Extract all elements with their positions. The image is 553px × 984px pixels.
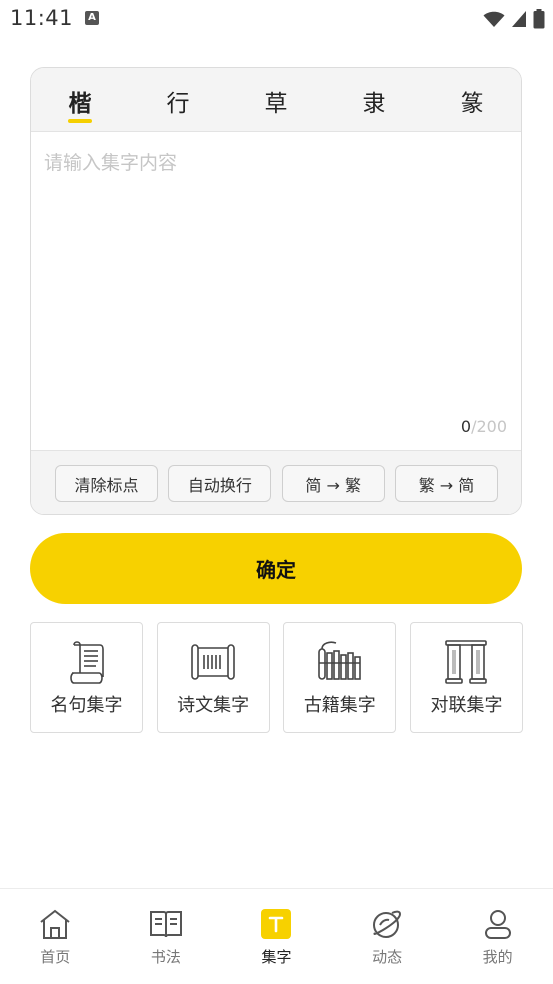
wifi-icon (483, 11, 505, 27)
status-bar: 11:41 A (0, 0, 553, 38)
char-counter: 0/200 (461, 417, 507, 436)
bamboo-slips-icon (318, 641, 361, 680)
tab-li[interactable]: 隶 (325, 68, 423, 131)
home-icon (40, 909, 70, 939)
mode-ancient-books[interactable]: 古籍集字 (283, 622, 397, 733)
tool-bar: 清除标点 自动换行 简 → 繁 繁 → 简 (31, 450, 521, 514)
char-max: /200 (471, 417, 507, 436)
confirm-button[interactable]: 确定 (30, 533, 522, 604)
mode-couplets[interactable]: 对联集字 (409, 622, 523, 733)
mode-famous-quotes[interactable]: 名句集字 (30, 622, 143, 733)
bottom-nav: 首页 书法 集字 动态 我的 (0, 888, 553, 984)
nav-moments-label: 动态 (372, 948, 403, 966)
input-card: 楷 行 草 隶 篆 0/200 清除标点 自动换行 简 → 繁 繁 → 简 (30, 67, 522, 515)
auto-wrap-button[interactable]: 自动换行 (168, 465, 272, 502)
planet-icon (373, 910, 402, 938)
nav-mine[interactable]: 我的 (442, 889, 553, 984)
nav-collect[interactable]: 集字 (221, 889, 332, 984)
tab-kai[interactable]: 楷 (31, 68, 129, 131)
book-icon (149, 911, 182, 938)
collect-modes: 名句集字 诗文集字 古籍集字 对联集字 (30, 622, 523, 733)
tab-cao[interactable]: 草 (227, 68, 325, 131)
nav-home-label: 首页 (40, 948, 71, 966)
status-time: 11:41 (10, 6, 74, 30)
clear-punctuation-button[interactable]: 清除标点 (55, 465, 158, 502)
nav-moments[interactable]: 动态 (332, 889, 443, 984)
mode-poetry[interactable]: 诗文集字 (156, 622, 270, 733)
mode-couplets-label: 对联集字 (430, 695, 503, 716)
battery-icon (533, 9, 545, 29)
nav-calligraphy[interactable]: 书法 (111, 889, 222, 984)
content-input[interactable] (31, 132, 521, 450)
mode-poetry-label: 诗文集字 (177, 695, 250, 716)
scroll-icon (69, 641, 104, 684)
notification-a-icon: A (85, 11, 99, 25)
script-style-tabs: 楷 行 草 隶 篆 (31, 68, 521, 132)
tab-xing[interactable]: 行 (129, 68, 227, 131)
input-area: 0/200 (31, 132, 521, 450)
nav-mine-label: 我的 (482, 948, 513, 966)
nav-home[interactable]: 首页 (0, 889, 111, 984)
mode-ancient-books-label: 古籍集字 (303, 695, 376, 716)
user-icon (484, 910, 511, 939)
status-indicators (483, 9, 545, 29)
couplet-icon (445, 640, 488, 684)
nav-collect-label: 集字 (261, 948, 292, 966)
nav-calligraphy-label: 书法 (150, 948, 181, 966)
traditional-to-simplified-button[interactable]: 繁 → 简 (394, 465, 498, 502)
signal-icon (512, 11, 526, 27)
collect-char-icon (261, 909, 292, 939)
unrolled-scroll-icon (191, 644, 235, 680)
tab-zhuan[interactable]: 篆 (423, 68, 521, 131)
mode-famous-quotes-label: 名句集字 (50, 695, 123, 716)
simplified-to-traditional-button[interactable]: 简 → 繁 (281, 465, 385, 502)
char-count: 0 (460, 417, 472, 436)
